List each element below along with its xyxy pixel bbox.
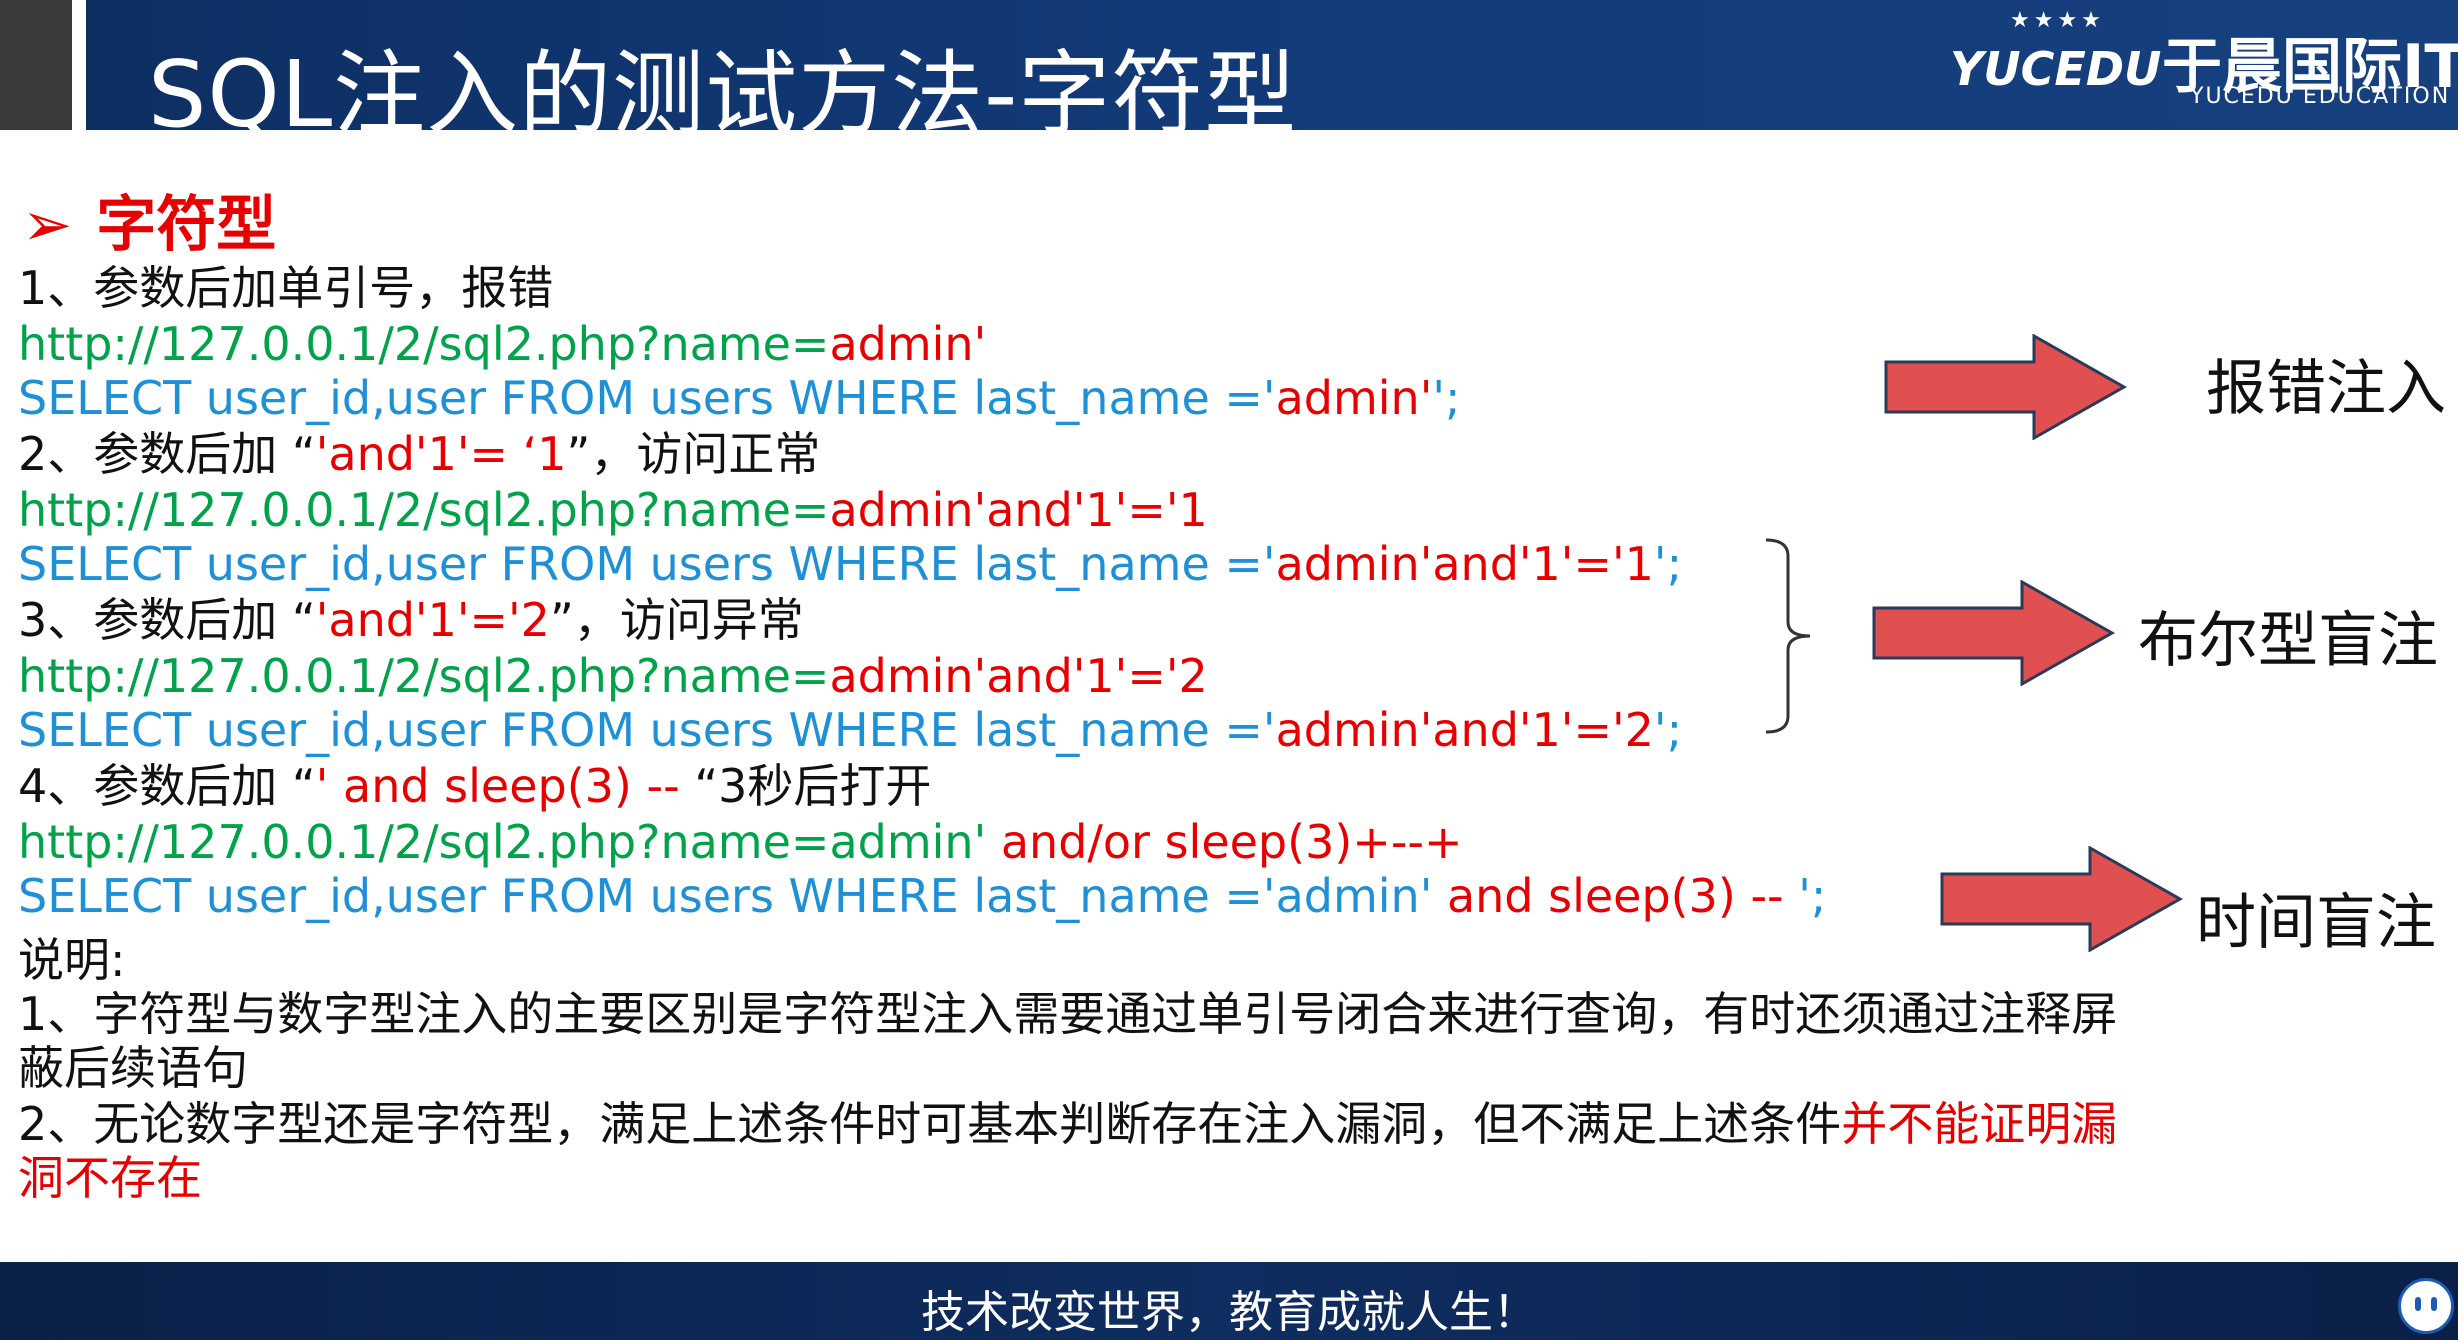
- group-bracket: [1765, 538, 1811, 734]
- slide-footer: 技术改变世界，教育成就人生！: [0, 1262, 2458, 1340]
- section-heading: ➢ 字符型: [22, 176, 276, 263]
- note-title: 说明:: [18, 933, 126, 987]
- slide-title: SQL注入的测试方法-字符型: [148, 41, 1298, 148]
- footer-slogan: 技术改变世界，教育成就人生！: [921, 1287, 1537, 1338]
- section-title: 字符型: [96, 190, 277, 260]
- note-1-line-1: 1、字符型与数字型注入的主要区别是字符型注入需要通过单引号闭合来进行查询，有时还…: [18, 987, 2118, 1041]
- step-3-sql: SELECT user_id,user FROM users WHERE las…: [18, 703, 1683, 757]
- bullet-arrow-icon: ➢: [22, 190, 73, 260]
- step-2-text: 2、参数后加 “'and'1'= ‘1”，访问正常: [18, 427, 821, 481]
- label-boolean-blind: 布尔型盲注: [2138, 606, 2438, 676]
- label-time-blind: 时间盲注: [2196, 888, 2436, 958]
- logo-english-name: YUCEDU EDUCATION: [2190, 84, 2451, 109]
- arrow-right-icon-time: [1940, 846, 2184, 952]
- company-logo: ★★★★ YUCEDU 于晨国际IT YUCEDU EDUCATION: [1950, 8, 2458, 123]
- slide-header: SQL注入的测试方法-字符型 ★★★★ YUCEDU 于晨国际IT YUCEDU…: [0, 0, 2458, 148]
- logo-stars-icon: ★★★★: [2010, 8, 2105, 33]
- chat-bot-icon[interactable]: [2398, 1278, 2454, 1334]
- step-4-url: http://127.0.0.1/2/sql2.php?name=admin' …: [18, 815, 1463, 869]
- header-accent-bar: [0, 0, 72, 130]
- arrow-right-icon-error: [1884, 334, 2128, 440]
- step-4-sql: SELECT user_id,user FROM users WHERE las…: [18, 869, 1827, 923]
- step-1-text: 1、参数后加单引号，报错: [18, 261, 554, 315]
- note-1-line-2: 蔽后续语句: [18, 1041, 248, 1095]
- step-3-url: http://127.0.0.1/2/sql2.php?name=admin'a…: [18, 649, 1208, 703]
- step-1-url: http://127.0.0.1/2/sql2.php?name=admin': [18, 317, 987, 371]
- step-3-text: 3、参数后加 “'and'1'='2”，访问异常: [18, 593, 804, 647]
- label-error-injection: 报错注入: [2206, 354, 2446, 424]
- slide-body: ➢ 字符型 1、参数后加单引号，报错 http://127.0.0.1/2/sql…: [0, 140, 2458, 1260]
- step-2-url: http://127.0.0.1/2/sql2.php?name=admin'a…: [18, 483, 1208, 537]
- note-2-line-1: 2、无论数字型还是字符型，满足上述条件时可基本判断存在注入漏洞，但不满足上述条件…: [18, 1097, 2118, 1151]
- arrow-right-icon-boolean: [1872, 580, 2116, 686]
- step-1-sql: SELECT user_id,user FROM users WHERE las…: [18, 371, 1461, 425]
- note-2-line-2: 洞不存在: [18, 1151, 202, 1205]
- step-2-sql: SELECT user_id,user FROM users WHERE las…: [18, 537, 1683, 591]
- step-4-text: 4、参数后加 “' and sleep(3) -- “3秒后打开: [18, 759, 932, 813]
- logo-brand-text: YUCEDU: [1950, 42, 2162, 96]
